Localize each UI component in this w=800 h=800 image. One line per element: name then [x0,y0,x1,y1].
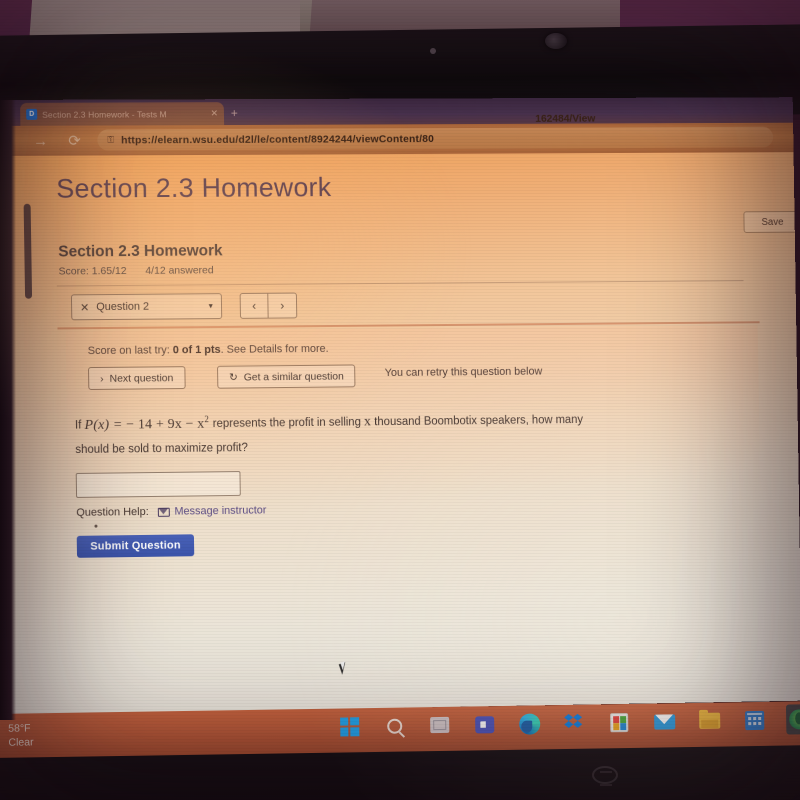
message-instructor-link[interactable]: Message instructor [157,504,267,518]
divider [56,280,744,287]
question-selector-dropdown[interactable]: ✕ Question 2 ▼ [70,293,223,321]
new-tab-button[interactable]: + [231,106,238,120]
dropbox-icon [564,714,584,732]
webcam-indicator-icon [430,48,436,54]
browser-tab[interactable]: D Section 2.3 Homework - Tests M ✕ [20,102,225,126]
score-label: Score: 1.65/12 [58,265,127,278]
webcam-icon [545,33,567,49]
close-icon[interactable]: ✕ [210,108,218,119]
page-scrollbar[interactable] [23,203,33,299]
reload-icon[interactable]: ⟳ [64,132,84,150]
hp-logo-icon [592,766,618,786]
edge-icon [518,712,540,735]
formula-lhs: P(x) = [84,417,123,433]
url-text: https://elearn.wsu.edu/d2l/le/content/89… [120,132,435,146]
formula-exponent: 2 [204,413,210,424]
chevron-down-icon[interactable]: ▼ [207,303,214,310]
question-body-part2: thousand Boombotix speakers, how many [374,414,584,429]
forward-icon[interactable]: → [30,132,50,149]
start-button[interactable] [336,713,362,739]
question-formula: P(x) = − 14 + 9x − x2 [84,413,212,433]
d2l-favicon: D [26,108,38,120]
assignment-score: Score: 1.65/12 4/12 answered [58,264,213,277]
mail-icon [157,507,170,517]
edge-button[interactable] [516,710,542,736]
teams-icon [474,715,494,733]
url-text-wrapped: 162484/View [535,112,596,125]
taskbar-icon-row [336,704,800,739]
calendar-button[interactable] [741,707,767,733]
lock-icon: ⚿ [107,134,115,145]
save-button[interactable]: Save [743,210,800,233]
caret-marker [94,524,98,528]
browser-tab-title: Section 2.3 Homework - Tests M [42,108,167,120]
windows-logo-icon [339,716,359,737]
answer-input[interactable] [75,470,241,498]
taskbar-search-button[interactable] [381,713,407,739]
task-view-button[interactable] [426,712,452,738]
refresh-icon: ↻ [228,371,238,384]
get-similar-question-label: Get a similar question [243,370,344,383]
question-body-part1: represents the profit in selling [212,416,361,431]
question-help-label: Question Help: [76,505,149,519]
last-try-suffix: . See Details for more. [220,342,329,356]
retry-notice: You can retry this question below [384,365,543,380]
mail-app-icon [653,713,675,730]
last-try-score: Score on last try: 0 of 1 pts. See Detai… [88,343,329,357]
next-question-action-label: Next question [109,371,174,385]
calendar-icon [744,710,764,730]
question-selector-label: Question 2 [96,300,150,314]
weather-condition: Clear [8,736,34,749]
green-app-icon [785,704,800,735]
formula-rhs: − 14 + 9x − x [126,416,205,433]
url-input[interactable]: ⚿ https://elearn.wsu.edu/d2l/le/content/… [97,113,774,151]
photo-left-edge [0,100,16,720]
page-title: Section 2.3 Homework [56,172,332,204]
question-text: If P(x) = − 14 + 9x − x2 represents the … [75,403,704,460]
teams-button[interactable] [471,711,497,737]
laptop-screen: D Section 2.3 Homework - Tests M ✕ + ← →… [0,97,800,715]
weather-temperature: 58°F [8,722,31,735]
microsoft-store-icon [610,712,629,732]
dropbox-button[interactable] [561,710,587,736]
message-instructor-label: Message instructor [174,504,267,518]
chevron-right-icon: › [100,372,104,385]
question-variable: x [363,414,372,430]
submit-question-button[interactable]: Submit Question [76,534,195,558]
assignment-title: Section 2.3 Homework [58,242,223,261]
browser-tab-strip: D Section 2.3 Homework - Tests M ✕ + [0,97,794,126]
incorrect-icon: ✕ [79,301,90,314]
folder-icon [698,712,720,729]
question-intro: If [74,419,82,432]
mail-button[interactable] [651,708,677,734]
microsoft-store-button[interactable] [606,709,632,735]
get-similar-question-button[interactable]: ↻ Get a similar question [217,364,356,389]
last-try-value: 0 of 1 pts [172,343,221,357]
task-view-icon [429,716,449,734]
browser-address-bar: ← → ⟳ ⚿ https://elearn.wsu.edu/d2l/le/co… [0,113,794,156]
green-app-button[interactable] [785,704,800,735]
previous-question-button[interactable]: ‹ [239,292,269,319]
weather-widget[interactable]: 58°F Clear [8,721,34,749]
next-question-button[interactable]: › [268,292,298,319]
page-content: Section 2.3 Homework Save Section 2.3 Ho… [0,152,800,715]
answered-label: 4/12 answered [145,264,214,277]
last-try-prefix: Score on last try: [87,344,173,358]
mouse-cursor [338,660,354,675]
file-explorer-button[interactable] [696,708,722,734]
question-help: Question Help: Message instructor [76,504,266,518]
search-icon [386,718,402,734]
next-question-action-button[interactable]: › Next question [87,366,186,391]
photo-of-laptop-screen: D Section 2.3 Homework - Tests M ✕ + ← →… [0,0,800,800]
